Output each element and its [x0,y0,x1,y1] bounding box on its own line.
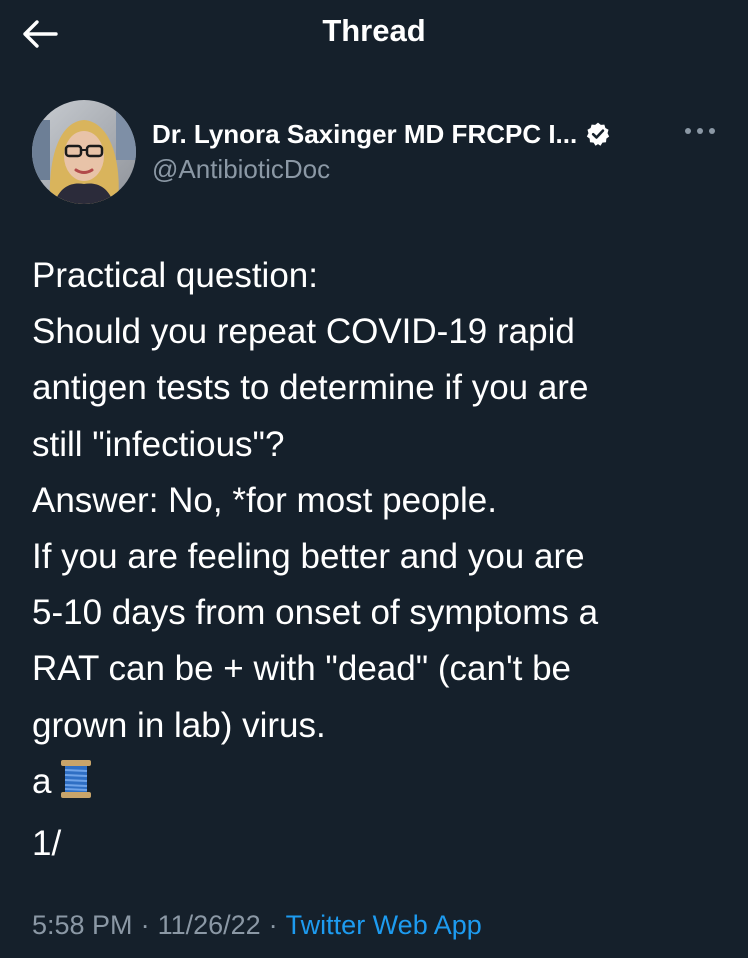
tweet-line: Answer: No, *for most people. [32,480,497,520]
user-handle[interactable]: @AntibioticDoc [152,154,672,185]
page-title: Thread [322,13,426,48]
tweet-date[interactable]: 11/26/22 [158,910,261,940]
tweet-author: Dr. Lynora Saxinger MD FRCPC I... @Antib… [32,100,722,204]
tweet-time[interactable]: 5:58 PM [32,910,133,940]
name-row: Dr. Lynora Saxinger MD FRCPC I... [152,114,672,154]
top-bar: Thread [0,0,748,66]
name-block: Dr. Lynora Saxinger MD FRCPC I... @Antib… [152,114,672,185]
spool-of-thread-icon [59,759,93,816]
tweet-line: RAT can be + with "dead" (can't be [32,649,572,689]
verified-badge-icon [585,121,611,147]
tweet-line: 5-10 days from onset of symptoms a [32,593,599,633]
tweet-line: If you are feeling better and you are [32,537,585,577]
more-options-button[interactable] [680,116,720,146]
tweet-line: antigen tests to determine if you are [32,368,589,408]
display-name[interactable]: Dr. Lynora Saxinger MD FRCPC I... [152,119,577,150]
meta-separator: · [268,910,278,940]
tweet-text: Practical question: Should you repeat CO… [32,248,732,872]
tweet-line-word: a [32,761,52,801]
tweet-line: 1/ [32,824,62,864]
meta-separator: · [140,910,150,940]
tweet-line: Practical question: [32,256,318,295]
tweet-line: still "infectious"? [32,424,285,464]
profile-photo [32,100,136,204]
tweet-line: grown in lab) virus. [32,705,326,745]
tweet-meta: 5:58 PM · 11/26/22 · Twitter Web App [32,910,482,941]
avatar[interactable] [32,100,136,204]
tweet-line-emoji: a [32,754,732,816]
tweet-source-link[interactable]: Twitter Web App [286,910,482,940]
more-horizontal-icon [685,128,715,134]
tweet-line: Should you repeat COVID-19 rapid [32,312,575,352]
